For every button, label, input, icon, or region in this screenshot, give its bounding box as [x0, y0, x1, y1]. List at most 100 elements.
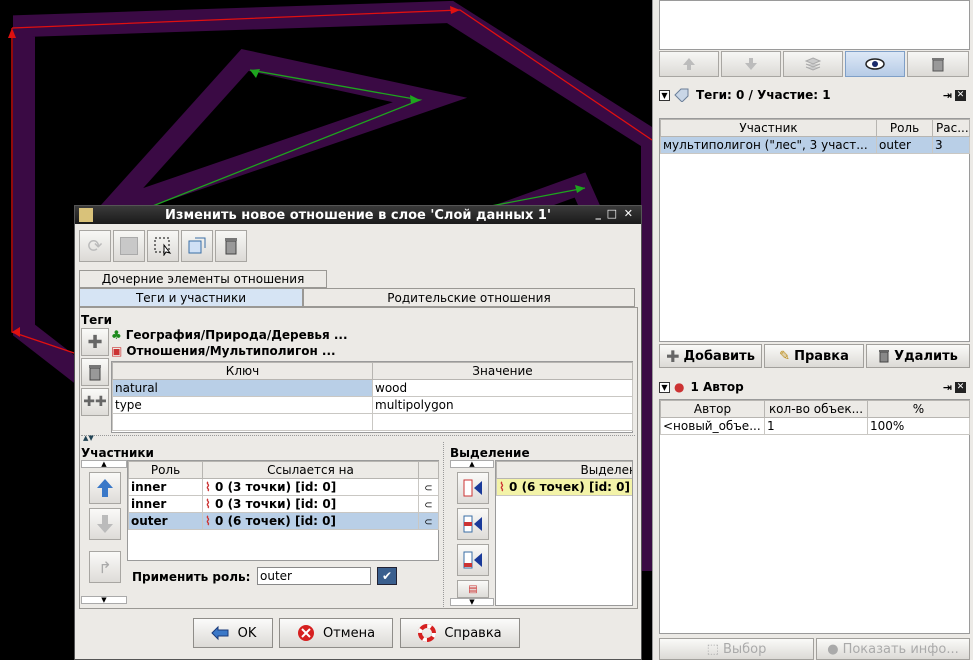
- table-row-empty[interactable]: [112, 413, 633, 431]
- edit-button[interactable]: ✎ Правка: [764, 344, 864, 368]
- close-panel-icon[interactable]: ✕: [955, 89, 966, 101]
- layers-icon: [804, 57, 822, 71]
- maximize-icon[interactable]: □: [607, 207, 617, 220]
- plus-icon: ✚: [87, 331, 103, 353]
- delete-layer-button[interactable]: [907, 51, 969, 77]
- selection-table: Выделение ⌇ 0 (6 точек) [id: 0]: [496, 461, 632, 496]
- delete-button[interactable]: Удалить: [866, 344, 970, 368]
- scroll-down-button[interactable]: ▼: [81, 596, 127, 604]
- table-row[interactable]: outer ⌇ 0 (6 точек) [id: 0] ⊂: [128, 512, 439, 530]
- selection-cursor-icon: [154, 237, 172, 256]
- insert-icon: ▤: [468, 583, 478, 595]
- help-button[interactable]: Справка: [400, 618, 520, 648]
- toggle-visibility-button[interactable]: [845, 51, 905, 77]
- select-button[interactable]: ⬚ Выбор: [659, 638, 814, 660]
- add-selected-more-button[interactable]: ▤: [457, 580, 489, 598]
- move-up-button[interactable]: [659, 51, 719, 77]
- right-panel: ▼ Теги: 0 / Участие: 1 ⇥ ✕ Участник Роль…: [652, 0, 973, 660]
- tab-parents[interactable]: Родительские отношения: [303, 288, 635, 307]
- apply-role-button[interactable]: ✔: [377, 567, 397, 585]
- col-pos[interactable]: Рас...: [932, 119, 970, 137]
- authors-table: Автор кол-во объек... % <новый_объе... 1…: [660, 400, 970, 435]
- delete-tag-button[interactable]: [81, 358, 109, 386]
- cell-role: outer: [876, 136, 933, 154]
- preset-link-0[interactable]: ♣ География/Природа/Деревья ...: [111, 328, 348, 342]
- members-label: Участники: [81, 446, 154, 460]
- minimize-icon[interactable]: _: [596, 207, 602, 220]
- col-percent[interactable]: %: [867, 400, 970, 418]
- table-row[interactable]: inner ⌇ 0 (3 точки) [id: 0] ⊂: [128, 495, 439, 513]
- relation-editor-dialog: Изменить новое отношение в слое 'Слой да…: [74, 205, 642, 660]
- info-icon: ●: [827, 641, 839, 657]
- col-count[interactable]: кол-во объек...: [764, 400, 868, 418]
- refresh-button[interactable]: ⟳: [79, 230, 111, 262]
- preset-link-1[interactable]: ▣ Отношения/Мультиполигон ...: [111, 344, 336, 358]
- authors-table-container: Автор кол-во объек... % <новый_объе... 1…: [659, 399, 970, 634]
- col-selection[interactable]: Выделение: [496, 461, 632, 479]
- tab-tags-members[interactable]: Теги и участники: [79, 288, 303, 307]
- refresh-icon: ⟳: [87, 235, 103, 257]
- table-row[interactable]: ⌇ 0 (6 точек) [id: 0]: [496, 478, 632, 496]
- role-input[interactable]: [257, 567, 371, 585]
- inner-way-1: [76, 49, 468, 233]
- ok-button[interactable]: OK: [193, 618, 273, 648]
- scroll-up-button[interactable]: ▲: [81, 460, 127, 468]
- membership-actions: ✚ Добавить ✎ Правка Удалить: [659, 344, 970, 368]
- col-role[interactable]: Роль: [128, 461, 203, 479]
- sort-members-button[interactable]: ↱: [89, 551, 121, 583]
- insert-end-icon: [463, 551, 482, 569]
- col-author[interactable]: Автор: [660, 400, 765, 418]
- pin-icon[interactable]: ⇥: [943, 381, 952, 394]
- add-button[interactable]: ✚ Добавить: [659, 344, 762, 368]
- selection-scroll-up[interactable]: ▲: [450, 460, 494, 468]
- arrow-down-icon: [745, 58, 757, 70]
- vertical-divider[interactable]: [443, 442, 447, 607]
- way-icon: ⌇: [205, 514, 211, 528]
- save-button[interactable]: [113, 230, 145, 262]
- move-down-button[interactable]: [721, 51, 781, 77]
- col-member[interactable]: Участник: [660, 119, 877, 137]
- table-row[interactable]: <новый_объе... 1 100%: [660, 417, 970, 435]
- show-info-button[interactable]: ● Показать инфо...: [816, 638, 970, 660]
- insert-before-icon: [463, 479, 482, 497]
- table-row[interactable]: type multipolygon: [112, 396, 633, 414]
- add-tag-button[interactable]: ✚: [81, 328, 109, 356]
- select-icon: ⬚: [706, 641, 719, 657]
- delete-relation-button[interactable]: [215, 230, 247, 262]
- layers-list[interactable]: [659, 0, 970, 50]
- dialog-toolbar: ⟳: [79, 230, 247, 262]
- selection-label: Выделение: [450, 446, 530, 460]
- collapse-toggle-icon[interactable]: ▼: [659, 381, 670, 393]
- move-member-up-button[interactable]: [89, 472, 121, 504]
- select-members-button[interactable]: [147, 230, 179, 262]
- col-value[interactable]: Значение: [372, 362, 633, 380]
- members-table: Роль Ссылается на inner ⌇ 0 (3 точки) [i…: [128, 461, 439, 530]
- arrow-up-icon: [97, 479, 113, 497]
- table-row[interactable]: мультиполигон ("лес", 3 участ... outer 3: [660, 136, 970, 154]
- collapse-toggle-icon[interactable]: ▼: [659, 89, 670, 101]
- col-key[interactable]: Ключ: [112, 362, 373, 380]
- col-ref[interactable]: Ссылается на: [202, 461, 419, 479]
- duplicate-button[interactable]: [181, 230, 213, 262]
- add-selected-before-button[interactable]: [457, 472, 489, 504]
- close-panel-icon[interactable]: ✕: [955, 381, 966, 393]
- move-member-down-button[interactable]: [89, 508, 121, 540]
- link-icon: ⊂: [424, 483, 433, 494]
- cancel-button[interactable]: Отмена: [279, 618, 393, 648]
- merge-layers-button[interactable]: [783, 51, 843, 77]
- add-selected-at-end-button[interactable]: [457, 544, 489, 576]
- pin-icon[interactable]: ⇥: [943, 89, 952, 102]
- split-divider[interactable]: ▲▼: [81, 434, 635, 442]
- authors-title: 1 Автор: [690, 380, 744, 394]
- tab-children[interactable]: Дочерние элементы отношения: [79, 270, 327, 288]
- table-row[interactable]: natural wood: [112, 379, 633, 397]
- tag-icon: [674, 88, 689, 102]
- col-role[interactable]: Роль: [876, 119, 933, 137]
- selection-scroll-down[interactable]: ▼: [450, 598, 494, 606]
- paste-tags-button[interactable]: ✚✚: [81, 388, 109, 416]
- dialog-titlebar[interactable]: Изменить новое отношение в слое 'Слой да…: [75, 206, 641, 224]
- close-icon[interactable]: ✕: [624, 207, 633, 220]
- add-selected-after-button[interactable]: [457, 508, 489, 540]
- eye-icon: [865, 58, 885, 70]
- table-row[interactable]: inner ⌇ 0 (3 точки) [id: 0] ⊂: [128, 478, 439, 496]
